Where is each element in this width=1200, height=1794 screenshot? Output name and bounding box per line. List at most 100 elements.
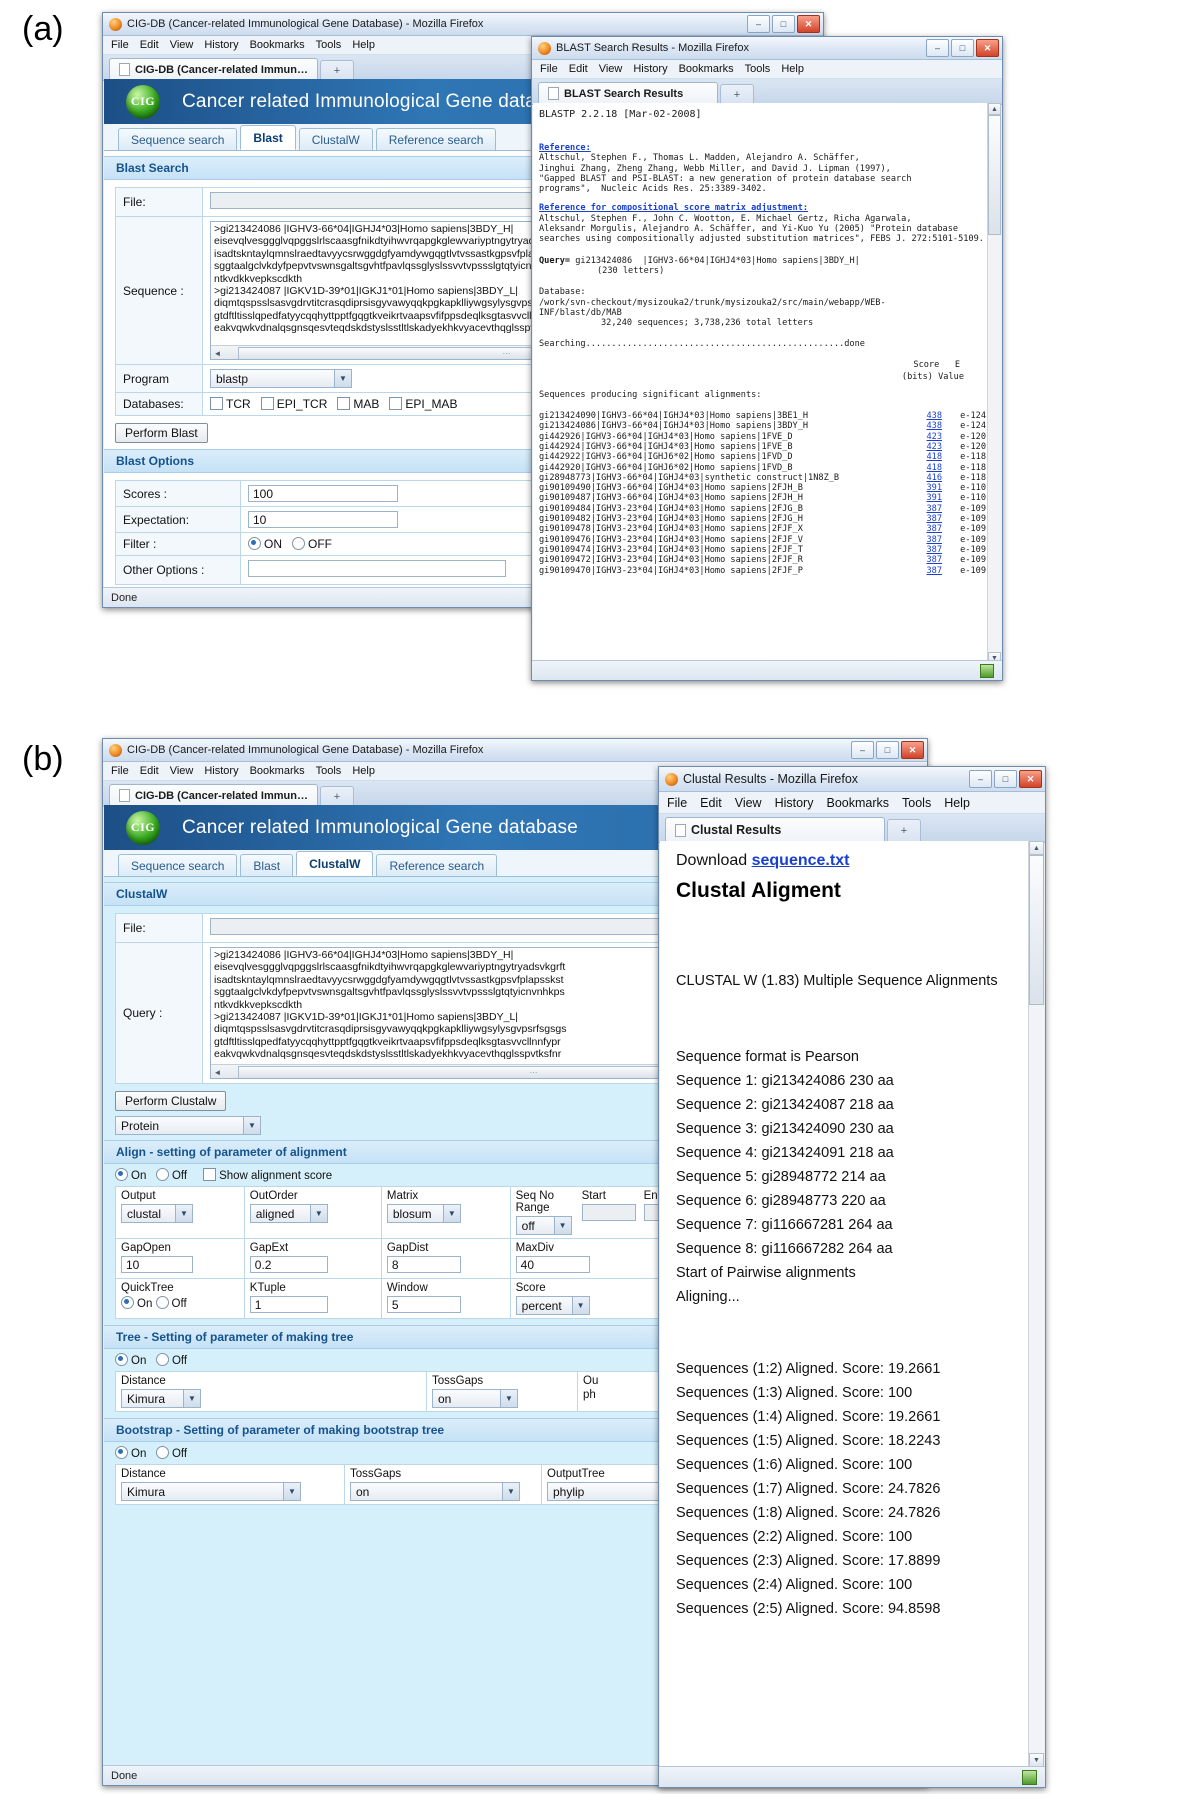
moltype-select[interactable]: Protein ▼	[115, 1116, 261, 1135]
maximize-button[interactable]: □	[951, 39, 974, 57]
hit-row[interactable]: gi90109482|IGHV3-23*04|IGHJ4*03|Homo sap…	[539, 514, 986, 524]
close-button[interactable]: ✕	[901, 741, 924, 759]
tab-blast[interactable]: Blast	[240, 854, 294, 876]
matrix-select[interactable]: blosum ▼	[386, 1204, 461, 1223]
hit-name[interactable]: gi442924|IGHV3-66*04|IGHJ4*03|Homo sapie…	[539, 442, 912, 452]
perform-blast-button[interactable]: Perform Blast	[115, 423, 208, 443]
radio-dot[interactable]	[115, 1168, 128, 1181]
checkbox-epi-tcr[interactable]: EPI_TCR	[260, 397, 327, 411]
hit-name[interactable]: gi28948773|IGHV3-66*04|IGHJ4*03|syntheti…	[539, 473, 912, 483]
hit-row[interactable]: gi90109490|IGHV3-66*04|IGHJ4*03|Homo sap…	[539, 483, 986, 493]
hit-score[interactable]: 418	[912, 452, 942, 462]
hit-name[interactable]: gi90109490|IGHV3-66*04|IGHJ4*03|Homo sap…	[539, 483, 912, 493]
browser-tab-cigdb[interactable]: CIG-DB (Cancer-related Immun…	[109, 58, 318, 80]
checkbox-box[interactable]	[337, 397, 351, 410]
download-link[interactable]: sequence.txt	[752, 852, 850, 869]
chevron-down-icon[interactable]: ▼	[309, 1205, 327, 1222]
radio-filter-off[interactable]: OFF	[292, 537, 332, 551]
menu-bookmarks[interactable]: Bookmarks	[826, 796, 889, 810]
radio-align-on[interactable]: On	[115, 1168, 146, 1182]
hit-row[interactable]: gi213424086|IGHV3-66*04|IGHJ4*03|Homo sa…	[539, 421, 986, 431]
radio-bootstrap-off[interactable]: Off	[155, 1446, 187, 1460]
radio-dot[interactable]	[155, 1446, 169, 1459]
chevron-down-icon[interactable]: ▼	[442, 1205, 460, 1222]
menu-history[interactable]: History	[775, 796, 814, 810]
hit-name[interactable]: gi90109484|IGHV3-23*04|IGHJ4*03|Homo sap…	[539, 504, 912, 514]
hit-score[interactable]: 391	[912, 493, 942, 503]
tab-reference-search[interactable]: Reference search	[375, 128, 497, 150]
hit-row[interactable]: gi90109472|IGHV3-23*04|IGHJ4*03|Homo sap…	[539, 555, 986, 565]
hit-score[interactable]: 387	[912, 555, 942, 565]
scroll-up-arrow[interactable]: ▲	[1029, 841, 1044, 855]
browser-menubar-blast[interactable]: File Edit View History Bookmarks Tools H…	[532, 60, 1002, 79]
radio-dot[interactable]	[121, 1296, 134, 1309]
maximize-button[interactable]: □	[994, 770, 1017, 788]
hit-row[interactable]: gi442924|IGHV3-66*04|IGHJ4*03|Homo sapie…	[539, 442, 986, 452]
hit-name[interactable]: gi442920|IGHV3-66*04|IGHJ6*02|Homo sapie…	[539, 463, 912, 473]
menu-tools[interactable]: Tools	[902, 796, 931, 810]
chevron-down-icon[interactable]: ▼	[283, 1483, 300, 1500]
hit-name[interactable]: gi213424086|IGHV3-66*04|IGHJ4*03|Homo sa…	[539, 421, 912, 431]
radio-dot[interactable]	[155, 1353, 169, 1366]
window-controls[interactable]: – □ ✕	[851, 741, 924, 759]
browser-tab-blast-results[interactable]: BLAST Search Results	[538, 82, 718, 104]
checkbox-tcr[interactable]: TCR	[210, 397, 251, 411]
new-tab-button[interactable]: +	[887, 819, 921, 842]
checkbox-box[interactable]	[389, 397, 403, 410]
hit-score[interactable]: 391	[912, 483, 942, 493]
menu-tools[interactable]: Tools	[316, 39, 342, 51]
menu-tools[interactable]: Tools	[316, 765, 342, 777]
checkbox-mab[interactable]: MAB	[337, 397, 379, 411]
browser-menubar-clustal[interactable]: File Edit View History Bookmarks Tools H…	[659, 792, 1045, 814]
other-options-input[interactable]	[248, 560, 506, 577]
checkbox-box[interactable]	[210, 397, 223, 410]
checkbox-box[interactable]	[260, 397, 274, 410]
radio-bootstrap-on[interactable]: On	[115, 1446, 146, 1460]
scroll-left-arrow[interactable]: ◄	[211, 1068, 224, 1077]
menu-file[interactable]: File	[111, 765, 129, 777]
ktuple-input[interactable]: 1	[249, 1296, 328, 1313]
menu-file[interactable]: File	[667, 796, 687, 810]
minimize-button[interactable]: –	[851, 741, 874, 759]
tab-sequence-search[interactable]: Sequence search	[118, 854, 238, 876]
menu-view[interactable]: View	[735, 796, 762, 810]
hit-score[interactable]: 438	[912, 421, 942, 431]
browser-tab-clustal-results[interactable]: Clustal Results	[665, 817, 885, 842]
tab-blast[interactable]: Blast	[240, 125, 296, 150]
hit-name[interactable]: gi90109474|IGHV3-23*04|IGHJ4*03|Homo sap…	[539, 545, 912, 555]
radio-dot[interactable]	[292, 537, 306, 550]
minimize-button[interactable]: –	[926, 39, 949, 57]
hit-name[interactable]: gi442926|IGHV3-66*04|IGHJ4*03|Homo sapie…	[539, 432, 912, 442]
hit-name[interactable]: gi90109482|IGHV3-23*04|IGHJ4*03|Homo sap…	[539, 514, 912, 524]
menu-edit[interactable]: Edit	[140, 765, 159, 777]
browser-tabstrip-blast[interactable]: BLAST Search Results +	[532, 79, 1002, 105]
new-tab-button[interactable]: +	[319, 60, 354, 80]
scores-input[interactable]: 100	[248, 485, 398, 502]
browser-tabstrip-clustal[interactable]: Clustal Results +	[659, 814, 1045, 843]
menu-bookmarks[interactable]: Bookmarks	[679, 63, 734, 75]
menu-view[interactable]: View	[599, 63, 623, 75]
hit-row[interactable]: gi28948773|IGHV3-66*04|IGHJ4*03|syntheti…	[539, 473, 986, 483]
clustal-results-vscrollbar[interactable]: ▲ ▼	[1028, 841, 1044, 1767]
maximize-button[interactable]: □	[876, 741, 899, 759]
chevron-down-icon[interactable]: ▼	[334, 370, 351, 387]
tree-distance-select[interactable]: Kimura ▼	[121, 1389, 201, 1408]
hit-row[interactable]: gi90109470|IGHV3-23*04|IGHJ4*03|Homo sap…	[539, 566, 986, 576]
cigdb-titlebar-b[interactable]: CIG-DB (Cancer-related Immunological Gen…	[103, 739, 927, 762]
tree-tossgaps-select[interactable]: on ▼	[432, 1389, 518, 1408]
tab-clustalw[interactable]: ClustalW	[296, 851, 374, 876]
checkbox-show-alignment-score[interactable]: Show alignment score	[203, 1168, 332, 1182]
menu-edit[interactable]: Edit	[140, 39, 159, 51]
hit-name[interactable]: gi90109472|IGHV3-23*04|IGHJ4*03|Homo sap…	[539, 555, 912, 565]
tab-reference-search[interactable]: Reference search	[376, 854, 498, 876]
scroll-thumb[interactable]	[1029, 855, 1044, 1005]
new-tab-button[interactable]: +	[720, 84, 754, 104]
maxdiv-input[interactable]: 40	[515, 1256, 590, 1273]
hit-row[interactable]: gi442920|IGHV3-66*04|IGHJ6*02|Homo sapie…	[539, 463, 986, 473]
scroll-up-arrow[interactable]: ▲	[988, 103, 1001, 115]
hit-name[interactable]: gi90109487|IGHV3-66*04|IGHJ4*03|Homo sap…	[539, 493, 912, 503]
chevron-down-icon[interactable]: ▼	[571, 1297, 589, 1314]
menu-file[interactable]: File	[111, 39, 129, 51]
tab-sequence-search[interactable]: Sequence search	[118, 128, 238, 150]
scroll-left-arrow[interactable]: ◄	[211, 349, 224, 358]
